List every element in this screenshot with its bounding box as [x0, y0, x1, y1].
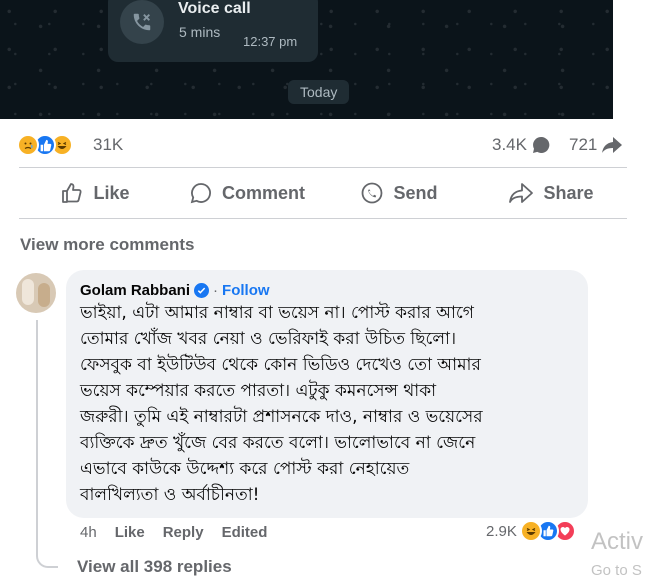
comment-like-button[interactable]: Like [115, 524, 145, 541]
share-label: Share [543, 182, 594, 203]
haha-emoji-icon [519, 520, 542, 542]
windows-activation-watermark: Activ [591, 528, 644, 555]
verified-badge-icon [194, 283, 210, 298]
call-title: Voice call [178, 0, 251, 17]
like-button[interactable]: Like [19, 168, 171, 218]
comment-reaction-count: 2.9K [486, 522, 517, 540]
comment-bubble-icon [532, 136, 550, 153]
avatar[interactable] [16, 273, 56, 313]
comment-reply-button[interactable]: Reply [163, 524, 204, 541]
share-count[interactable]: 721 [569, 135, 623, 155]
reaction-count[interactable]: 31K [93, 135, 123, 155]
comment-reaction-summary[interactable]: 2.9K [486, 520, 576, 542]
comment-age[interactable]: 4h [80, 524, 97, 541]
comment-count[interactable]: 3.4K [492, 135, 551, 155]
like-label: Like [93, 182, 130, 203]
date-chip: Today [288, 80, 350, 104]
sad-emoji-icon [17, 134, 39, 156]
comment-text: ভাইয়া, এটা আমার নাম্বার বা ভয়েস না। পো… [80, 303, 483, 505]
follow-button[interactable]: Follow [222, 282, 270, 299]
comment-bubble: Golam Rabbani · Follow ভাইয়া, এটা আমার … [66, 270, 588, 518]
send-label: Send [393, 182, 438, 203]
voice-call-bubble: Voice call 5 mins 12:37 pm [108, 0, 318, 62]
call-time: 12:37 pm [243, 34, 298, 49]
view-more-comments-link[interactable]: View more comments [20, 235, 194, 255]
share-arrow-icon [602, 137, 623, 153]
comment-label: Comment [221, 182, 305, 203]
separator-dot: · [213, 282, 219, 299]
call-duration: 5 mins [179, 24, 221, 40]
share-count-label: 721 [569, 135, 598, 154]
avatar-figure [38, 283, 50, 307]
missed-call-icon [120, 0, 164, 44]
post-stats-row: 31K 3.4K 721 [0, 126, 630, 164]
view-all-replies-link[interactable]: View all 398 replies [77, 557, 232, 577]
edited-label: Edited [221, 524, 268, 541]
comment-author-row: Golam Rabbani · Follow [80, 282, 270, 299]
chat-screenshot-image[interactable]: Voice call 5 mins 12:37 pm Today [0, 0, 613, 119]
comment-count-label: 3.4K [492, 135, 527, 154]
reaction-summary[interactable] [17, 134, 73, 156]
reply-thread-line [36, 320, 58, 568]
share-icon [509, 183, 534, 203]
comment-button[interactable]: Comment [171, 168, 323, 218]
thumbs-up-icon [62, 183, 83, 203]
comment-author-name[interactable]: Golam Rabbani [80, 282, 190, 299]
post-action-bar: Like Comment Send Share [19, 167, 627, 219]
windows-activation-subtext: Go to S [591, 562, 642, 579]
share-button[interactable]: Share [475, 168, 627, 218]
avatar-figure [22, 279, 34, 305]
send-button[interactable]: Send [323, 168, 475, 218]
comment-icon [190, 183, 211, 204]
messenger-icon [362, 182, 383, 204]
comment-meta-row: 4h Like Reply Edited [80, 524, 267, 541]
